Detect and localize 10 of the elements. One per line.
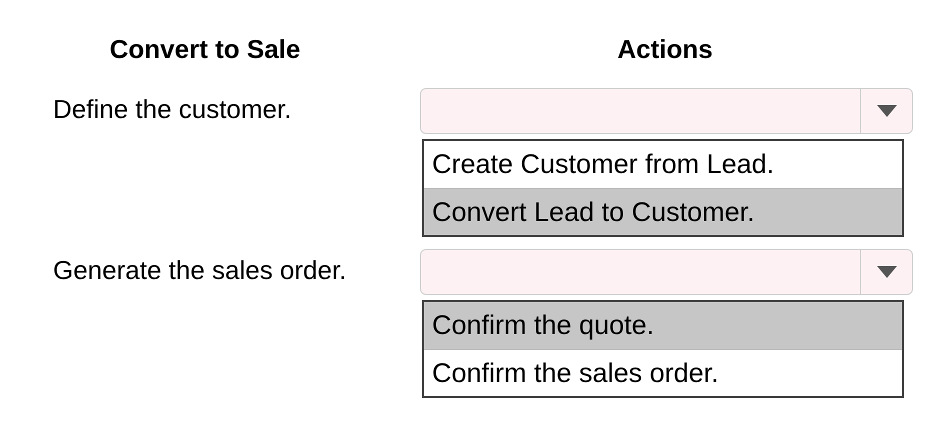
option-item[interactable]: Convert Lead to Customer. <box>424 188 902 235</box>
caret-down-icon <box>876 105 896 117</box>
statement-text: Define the customer. <box>53 94 292 124</box>
dropdown-field[interactable] <box>420 88 913 134</box>
column-heading: Actions <box>617 33 713 66</box>
caret-down-icon <box>876 266 896 278</box>
column-heading: Convert to Sale <box>110 33 300 66</box>
option-item[interactable]: Confirm the quote. <box>424 302 902 349</box>
statement-text: Generate the sales order. <box>53 255 346 285</box>
dropdown-field[interactable] <box>420 249 913 295</box>
